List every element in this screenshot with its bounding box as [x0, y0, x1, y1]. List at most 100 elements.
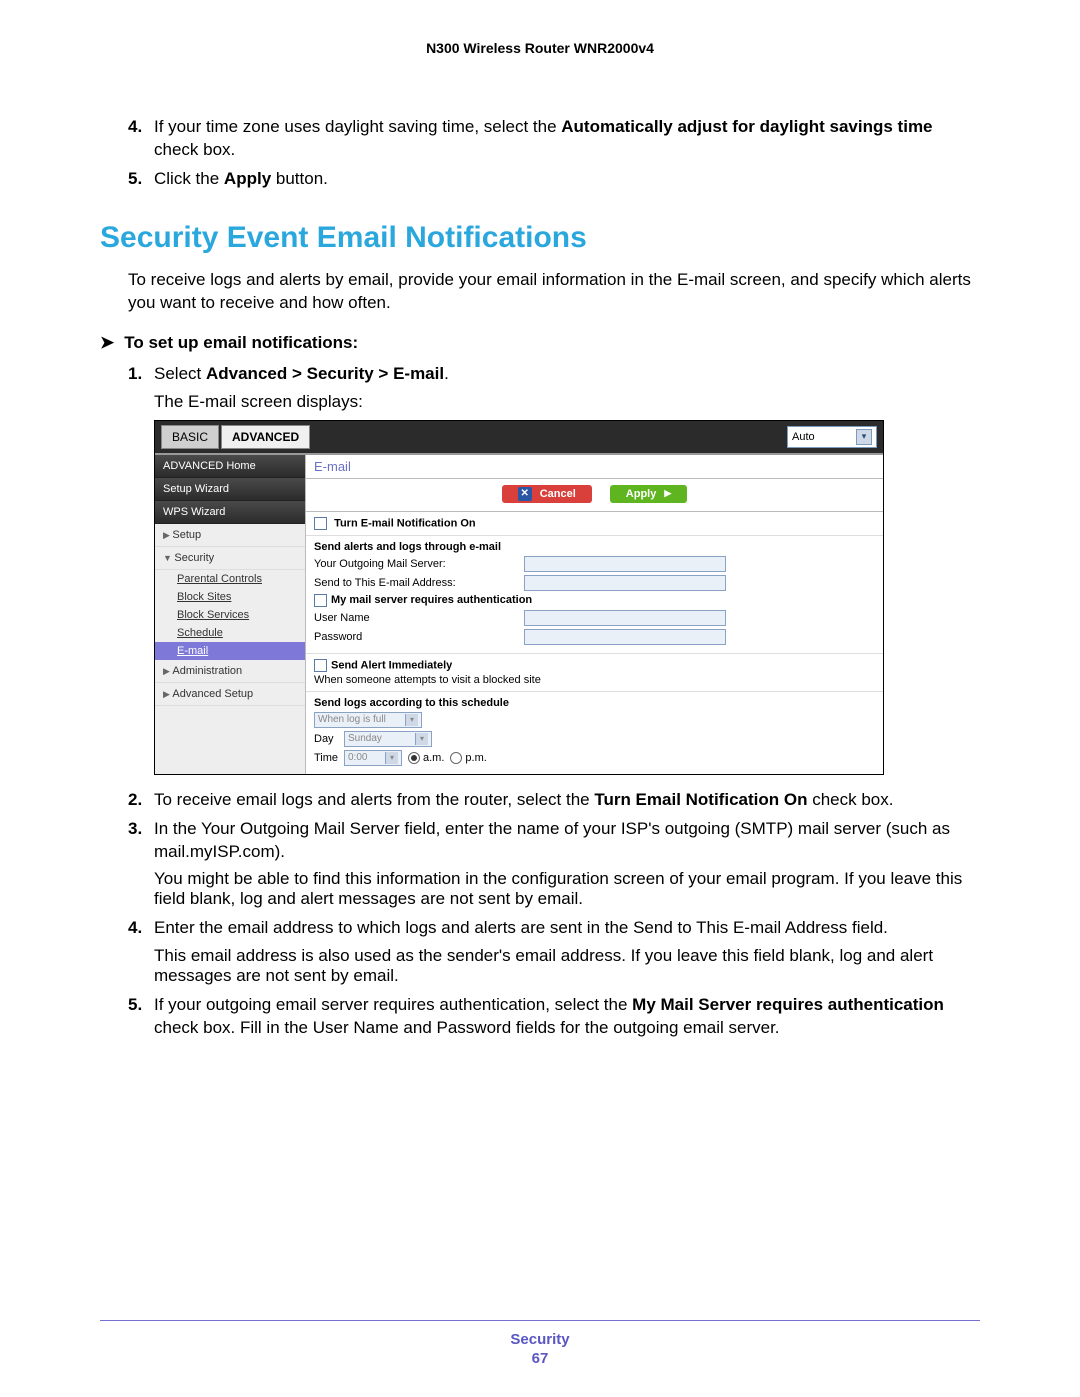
sidebar-item-setup-wizard[interactable]: Setup Wizard: [155, 478, 305, 501]
outgoing-server-label: Your Outgoing Mail Server:: [314, 558, 524, 570]
text: Select: [154, 364, 206, 383]
time-value: 0:00: [348, 752, 367, 763]
password-input[interactable]: [524, 629, 726, 645]
sidebar-sub-schedule[interactable]: Schedule: [155, 624, 305, 642]
apply-label: Apply: [626, 488, 657, 500]
step-number: 5.: [128, 168, 154, 191]
auth-label: My mail server requires authentication: [331, 594, 532, 606]
bold-text: Automatically adjust for daylight saving…: [561, 117, 932, 136]
username-input[interactable]: [524, 610, 726, 626]
tab-advanced[interactable]: ADVANCED: [221, 425, 310, 449]
outgoing-server-input[interactable]: [524, 556, 726, 572]
step-text: Enter the email address to which logs an…: [154, 917, 980, 940]
text: check box. Fill in the User Name and Pas…: [154, 1018, 780, 1037]
step-number: 4.: [128, 917, 154, 940]
sidebar-item-administration[interactable]: Administration: [155, 660, 305, 683]
language-value: Auto: [792, 431, 815, 443]
main-panel: E-mail Cancel Apply Turn E-mail Notifica…: [306, 455, 883, 774]
text: If your time zone uses daylight saving t…: [154, 117, 561, 136]
step-text: If your time zone uses daylight saving t…: [154, 116, 980, 162]
chevron-down-icon: ▾: [856, 429, 872, 445]
text: To receive email logs and alerts from th…: [154, 790, 594, 809]
cancel-label: Cancel: [540, 488, 576, 500]
sidebar-item-wps-wizard[interactable]: WPS Wizard: [155, 501, 305, 524]
step-number: 4.: [128, 116, 154, 162]
step-number: 2.: [128, 789, 154, 812]
step-number: 3.: [128, 818, 154, 864]
page-footer: Security 67: [0, 1320, 1080, 1367]
tab-bar: BASIC ADVANCED Auto ▾: [155, 421, 883, 453]
panel-title: E-mail: [306, 455, 883, 479]
alert-immediate-checkbox[interactable]: [314, 659, 327, 672]
chevron-down-icon: ▾: [385, 752, 398, 764]
apply-button[interactable]: Apply: [610, 485, 687, 503]
router-ui-screenshot: BASIC ADVANCED Auto ▾ ADVANCED Home Setu…: [154, 420, 884, 775]
step-text: If your outgoing email server requires a…: [154, 994, 980, 1040]
sidebar-sub-email[interactable]: E-mail: [155, 642, 305, 660]
sidebar-item-setup[interactable]: Setup: [155, 524, 305, 547]
task-step-4-sub: This email address is also used as the s…: [154, 946, 980, 986]
sidebar-sub-block-services[interactable]: Block Services: [155, 606, 305, 624]
pm-label: p.m.: [465, 752, 486, 764]
task-title: To set up email notifications:: [124, 333, 358, 353]
text: button.: [271, 169, 328, 188]
day-label: Day: [314, 733, 344, 745]
username-label: User Name: [314, 612, 524, 624]
bold-text: Apply: [224, 169, 271, 188]
task-step-3-sub: You might be able to find this informati…: [154, 869, 980, 909]
am-radio[interactable]: [408, 752, 420, 764]
intro-paragraph: To receive logs and alerts by email, pro…: [128, 269, 980, 315]
footer-section-name: Security: [0, 1331, 1080, 1348]
step-text: Select Advanced > Security > E-mail.: [154, 363, 980, 386]
sidebar-item-adv-home[interactable]: ADVANCED Home: [155, 455, 305, 478]
step-text: Click the Apply button.: [154, 168, 980, 191]
auth-checkbox[interactable]: [314, 594, 327, 607]
text: Click the: [154, 169, 224, 188]
sidebar: ADVANCED Home Setup Wizard WPS Wizard Se…: [155, 455, 306, 774]
arrow-icon: ➤: [100, 333, 114, 353]
step-number: 5.: [128, 994, 154, 1040]
step-5-top: 5. Click the Apply button.: [128, 168, 980, 191]
sidebar-sub-block-sites[interactable]: Block Sites: [155, 588, 305, 606]
bold-text: Advanced > Security > E-mail: [206, 364, 444, 383]
sidebar-sub-parental[interactable]: Parental Controls: [155, 570, 305, 588]
am-label: a.m.: [423, 752, 444, 764]
text: If your outgoing email server requires a…: [154, 995, 632, 1014]
turn-on-checkbox[interactable]: [314, 517, 327, 530]
text: .: [444, 364, 449, 383]
step-text: To receive email logs and alerts from th…: [154, 789, 980, 812]
tab-basic[interactable]: BASIC: [161, 425, 219, 449]
pm-radio[interactable]: [450, 752, 462, 764]
task-step-1: 1. Select Advanced > Security > E-mail.: [128, 363, 980, 386]
send-to-input[interactable]: [524, 575, 726, 591]
task-step-2: 2. To receive email logs and alerts from…: [128, 789, 980, 812]
sidebar-item-security[interactable]: Security: [155, 547, 305, 570]
chevron-down-icon: ▾: [415, 733, 428, 745]
day-select[interactable]: Sunday ▾: [344, 731, 432, 747]
task-step-3: 3. In the Your Outgoing Mail Server fiel…: [128, 818, 980, 864]
day-value: Sunday: [348, 733, 382, 744]
step-text: In the Your Outgoing Mail Server field, …: [154, 818, 980, 864]
step-4-top: 4. If your time zone uses daylight savin…: [128, 116, 980, 162]
alert-desc: When someone attempts to visit a blocked…: [314, 674, 875, 686]
schedule-heading: Send logs according to this schedule: [314, 697, 875, 709]
send-to-label: Send to This E-mail Address:: [314, 577, 524, 589]
alert-immediate-label: Send Alert Immediately: [331, 659, 452, 671]
sidebar-item-advanced-setup[interactable]: Advanced Setup: [155, 683, 305, 706]
task-step-4: 4. Enter the email address to which logs…: [128, 917, 980, 940]
text: check box.: [807, 790, 893, 809]
time-select[interactable]: 0:00 ▾: [344, 750, 402, 766]
footer-divider: [100, 1320, 980, 1321]
text: check box.: [154, 140, 235, 159]
task-step-1-sub: The E-mail screen displays:: [154, 392, 980, 412]
button-row: Cancel Apply: [306, 479, 883, 512]
cancel-button[interactable]: Cancel: [502, 485, 592, 503]
schedule-value: When log is full: [318, 714, 386, 725]
send-alerts-heading: Send alerts and logs through e-mail: [314, 541, 875, 553]
schedule-select[interactable]: When log is full ▾: [314, 712, 422, 728]
chevron-down-icon: ▾: [405, 714, 418, 726]
step-number: 1.: [128, 363, 154, 386]
section-heading: Security Event Email Notifications: [100, 221, 980, 255]
footer-page-number: 67: [0, 1350, 1080, 1367]
language-select[interactable]: Auto ▾: [787, 426, 877, 448]
